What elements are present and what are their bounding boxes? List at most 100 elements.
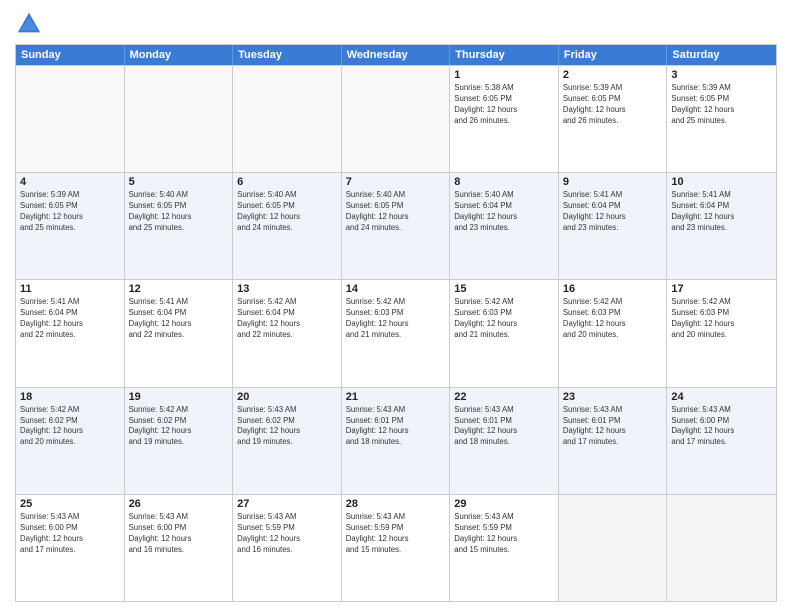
day-cell-22: 22 Sunrise: 5:43 AM Sunset: 6:01 PM Dayli… [450,388,559,494]
day-info: Sunrise: 5:40 AM Sunset: 6:05 PM Dayligh… [129,190,229,234]
day-number: 10 [671,176,772,188]
header-day-sunday: Sunday [16,45,125,65]
week-row-3: 11 Sunrise: 5:41 AM Sunset: 6:04 PM Dayli… [16,279,776,386]
day-number: 12 [129,283,229,295]
day-cell-17: 17 Sunrise: 5:42 AM Sunset: 6:03 PM Dayli… [667,280,776,386]
day-number: 16 [563,283,663,295]
day-cell-10: 10 Sunrise: 5:41 AM Sunset: 6:04 PM Dayli… [667,173,776,279]
day-number: 15 [454,283,554,295]
day-cell-24: 24 Sunrise: 5:43 AM Sunset: 6:00 PM Dayli… [667,388,776,494]
day-info: Sunrise: 5:42 AM Sunset: 6:03 PM Dayligh… [346,297,446,341]
day-number: 4 [20,176,120,188]
day-cell-5: 5 Sunrise: 5:40 AM Sunset: 6:05 PM Daylig… [125,173,234,279]
header-day-friday: Friday [559,45,668,65]
day-cell-3: 3 Sunrise: 5:39 AM Sunset: 6:05 PM Daylig… [667,66,776,172]
day-info: Sunrise: 5:41 AM Sunset: 6:04 PM Dayligh… [671,190,772,234]
day-number: 23 [563,391,663,403]
day-info: Sunrise: 5:43 AM Sunset: 6:01 PM Dayligh… [454,405,554,449]
day-info: Sunrise: 5:41 AM Sunset: 6:04 PM Dayligh… [20,297,120,341]
day-info: Sunrise: 5:43 AM Sunset: 6:00 PM Dayligh… [20,512,120,556]
header-day-saturday: Saturday [667,45,776,65]
day-cell-29: 29 Sunrise: 5:43 AM Sunset: 5:59 PM Dayli… [450,495,559,601]
day-cell-18: 18Sunrise: 5:42 AM Sunset: 6:02 PM Dayli… [16,388,125,494]
day-info: Sunrise: 5:42 AM Sunset: 6:04 PM Dayligh… [237,297,337,341]
day-cell-13: 13 Sunrise: 5:42 AM Sunset: 6:04 PM Dayli… [233,280,342,386]
day-info: Sunrise: 5:42 AM Sunset: 6:03 PM Dayligh… [454,297,554,341]
day-cell-16: 16 Sunrise: 5:42 AM Sunset: 6:03 PM Dayli… [559,280,668,386]
day-cell-1: 1 Sunrise: 5:38 AM Sunset: 6:05 PM Daylig… [450,66,559,172]
day-cell-21: 21 Sunrise: 5:43 AM Sunset: 6:01 PM Dayli… [342,388,451,494]
day-number: 17 [671,283,772,295]
day-cell-4: 4Sunrise: 5:39 AM Sunset: 6:05 PM Daylig… [16,173,125,279]
day-info: Sunrise: 5:40 AM Sunset: 6:04 PM Dayligh… [454,190,554,234]
day-info: Sunrise: 5:43 AM Sunset: 6:00 PM Dayligh… [671,405,772,449]
day-info: Sunrise: 5:40 AM Sunset: 6:05 PM Dayligh… [346,190,446,234]
day-number: 27 [237,498,337,510]
logo-icon [15,10,43,38]
day-cell-14: 14 Sunrise: 5:42 AM Sunset: 6:03 PM Dayli… [342,280,451,386]
day-cell-20: 20Sunrise: 5:43 AM Sunset: 6:02 PM Dayli… [233,388,342,494]
day-number: 24 [671,391,772,403]
day-cell-12: 12 Sunrise: 5:41 AM Sunset: 6:04 PM Dayli… [125,280,234,386]
calendar-body: 1 Sunrise: 5:38 AM Sunset: 6:05 PM Daylig… [16,65,776,601]
day-number: 9 [563,176,663,188]
day-number: 7 [346,176,446,188]
empty-cell [667,495,776,601]
day-info: Sunrise: 5:42 AM Sunset: 6:03 PM Dayligh… [671,297,772,341]
day-cell-7: 7 Sunrise: 5:40 AM Sunset: 6:05 PM Daylig… [342,173,451,279]
day-number: 1 [454,69,554,81]
day-cell-11: 11 Sunrise: 5:41 AM Sunset: 6:04 PM Dayli… [16,280,125,386]
day-number: 3 [671,69,772,81]
day-number: 2 [563,69,663,81]
day-cell-19: 19 Sunrise: 5:42 AM Sunset: 6:02 PM Dayli… [125,388,234,494]
day-info: Sunrise: 5:40 AM Sunset: 6:05 PM Dayligh… [237,190,337,234]
day-cell-28: 28Sunrise: 5:43 AM Sunset: 5:59 PM Dayli… [342,495,451,601]
page: SundayMondayTuesdayWednesdayThursdayFrid… [0,0,792,612]
header-day-monday: Monday [125,45,234,65]
empty-cell [342,66,451,172]
day-cell-6: 6 Sunrise: 5:40 AM Sunset: 6:05 PM Daylig… [233,173,342,279]
day-number: 21 [346,391,446,403]
calendar-header: SundayMondayTuesdayWednesdayThursdayFrid… [16,45,776,65]
day-cell-25: 25 Sunrise: 5:43 AM Sunset: 6:00 PM Dayli… [16,495,125,601]
header [15,10,777,38]
day-number: 11 [20,283,120,295]
day-info: Sunrise: 5:43 AM Sunset: 6:01 PM Dayligh… [563,405,663,449]
empty-cell [16,66,125,172]
calendar: SundayMondayTuesdayWednesdayThursdayFrid… [15,44,777,602]
day-info: Sunrise: 5:39 AM Sunset: 6:05 PM Dayligh… [671,83,772,127]
day-number: 20 [237,391,337,403]
day-number: 13 [237,283,337,295]
header-day-thursday: Thursday [450,45,559,65]
day-cell-27: 27Sunrise: 5:43 AM Sunset: 5:59 PM Dayli… [233,495,342,601]
day-info: Sunrise: 5:43 AM Sunset: 5:59 PM Dayligh… [454,512,554,556]
day-cell-23: 23 Sunrise: 5:43 AM Sunset: 6:01 PM Dayli… [559,388,668,494]
day-info: Sunrise: 5:43 AM Sunset: 6:01 PM Dayligh… [346,405,446,449]
day-info: Sunrise: 5:42 AM Sunset: 6:02 PM Dayligh… [129,405,229,449]
day-number: 6 [237,176,337,188]
day-cell-2: 2 Sunrise: 5:39 AM Sunset: 6:05 PM Daylig… [559,66,668,172]
day-info: Sunrise: 5:39 AM Sunset: 6:05 PM Dayligh… [563,83,663,127]
day-info: Sunrise: 5:42 AM Sunset: 6:02 PM Dayligh… [20,405,120,449]
day-cell-26: 26Sunrise: 5:43 AM Sunset: 6:00 PM Dayli… [125,495,234,601]
header-day-wednesday: Wednesday [342,45,451,65]
day-number: 28 [346,498,446,510]
day-number: 22 [454,391,554,403]
day-number: 29 [454,498,554,510]
day-number: 5 [129,176,229,188]
day-info: Sunrise: 5:41 AM Sunset: 6:04 PM Dayligh… [563,190,663,234]
day-cell-8: 8Sunrise: 5:40 AM Sunset: 6:04 PM Daylig… [450,173,559,279]
day-number: 19 [129,391,229,403]
day-info: Sunrise: 5:42 AM Sunset: 6:03 PM Dayligh… [563,297,663,341]
day-number: 14 [346,283,446,295]
week-row-5: 25 Sunrise: 5:43 AM Sunset: 6:00 PM Dayli… [16,494,776,601]
day-info: Sunrise: 5:38 AM Sunset: 6:05 PM Dayligh… [454,83,554,127]
week-row-1: 1 Sunrise: 5:38 AM Sunset: 6:05 PM Daylig… [16,65,776,172]
header-day-tuesday: Tuesday [233,45,342,65]
week-row-2: 4Sunrise: 5:39 AM Sunset: 6:05 PM Daylig… [16,172,776,279]
empty-cell [125,66,234,172]
day-cell-15: 15 Sunrise: 5:42 AM Sunset: 6:03 PM Dayli… [450,280,559,386]
empty-cell [559,495,668,601]
day-info: Sunrise: 5:41 AM Sunset: 6:04 PM Dayligh… [129,297,229,341]
day-number: 25 [20,498,120,510]
